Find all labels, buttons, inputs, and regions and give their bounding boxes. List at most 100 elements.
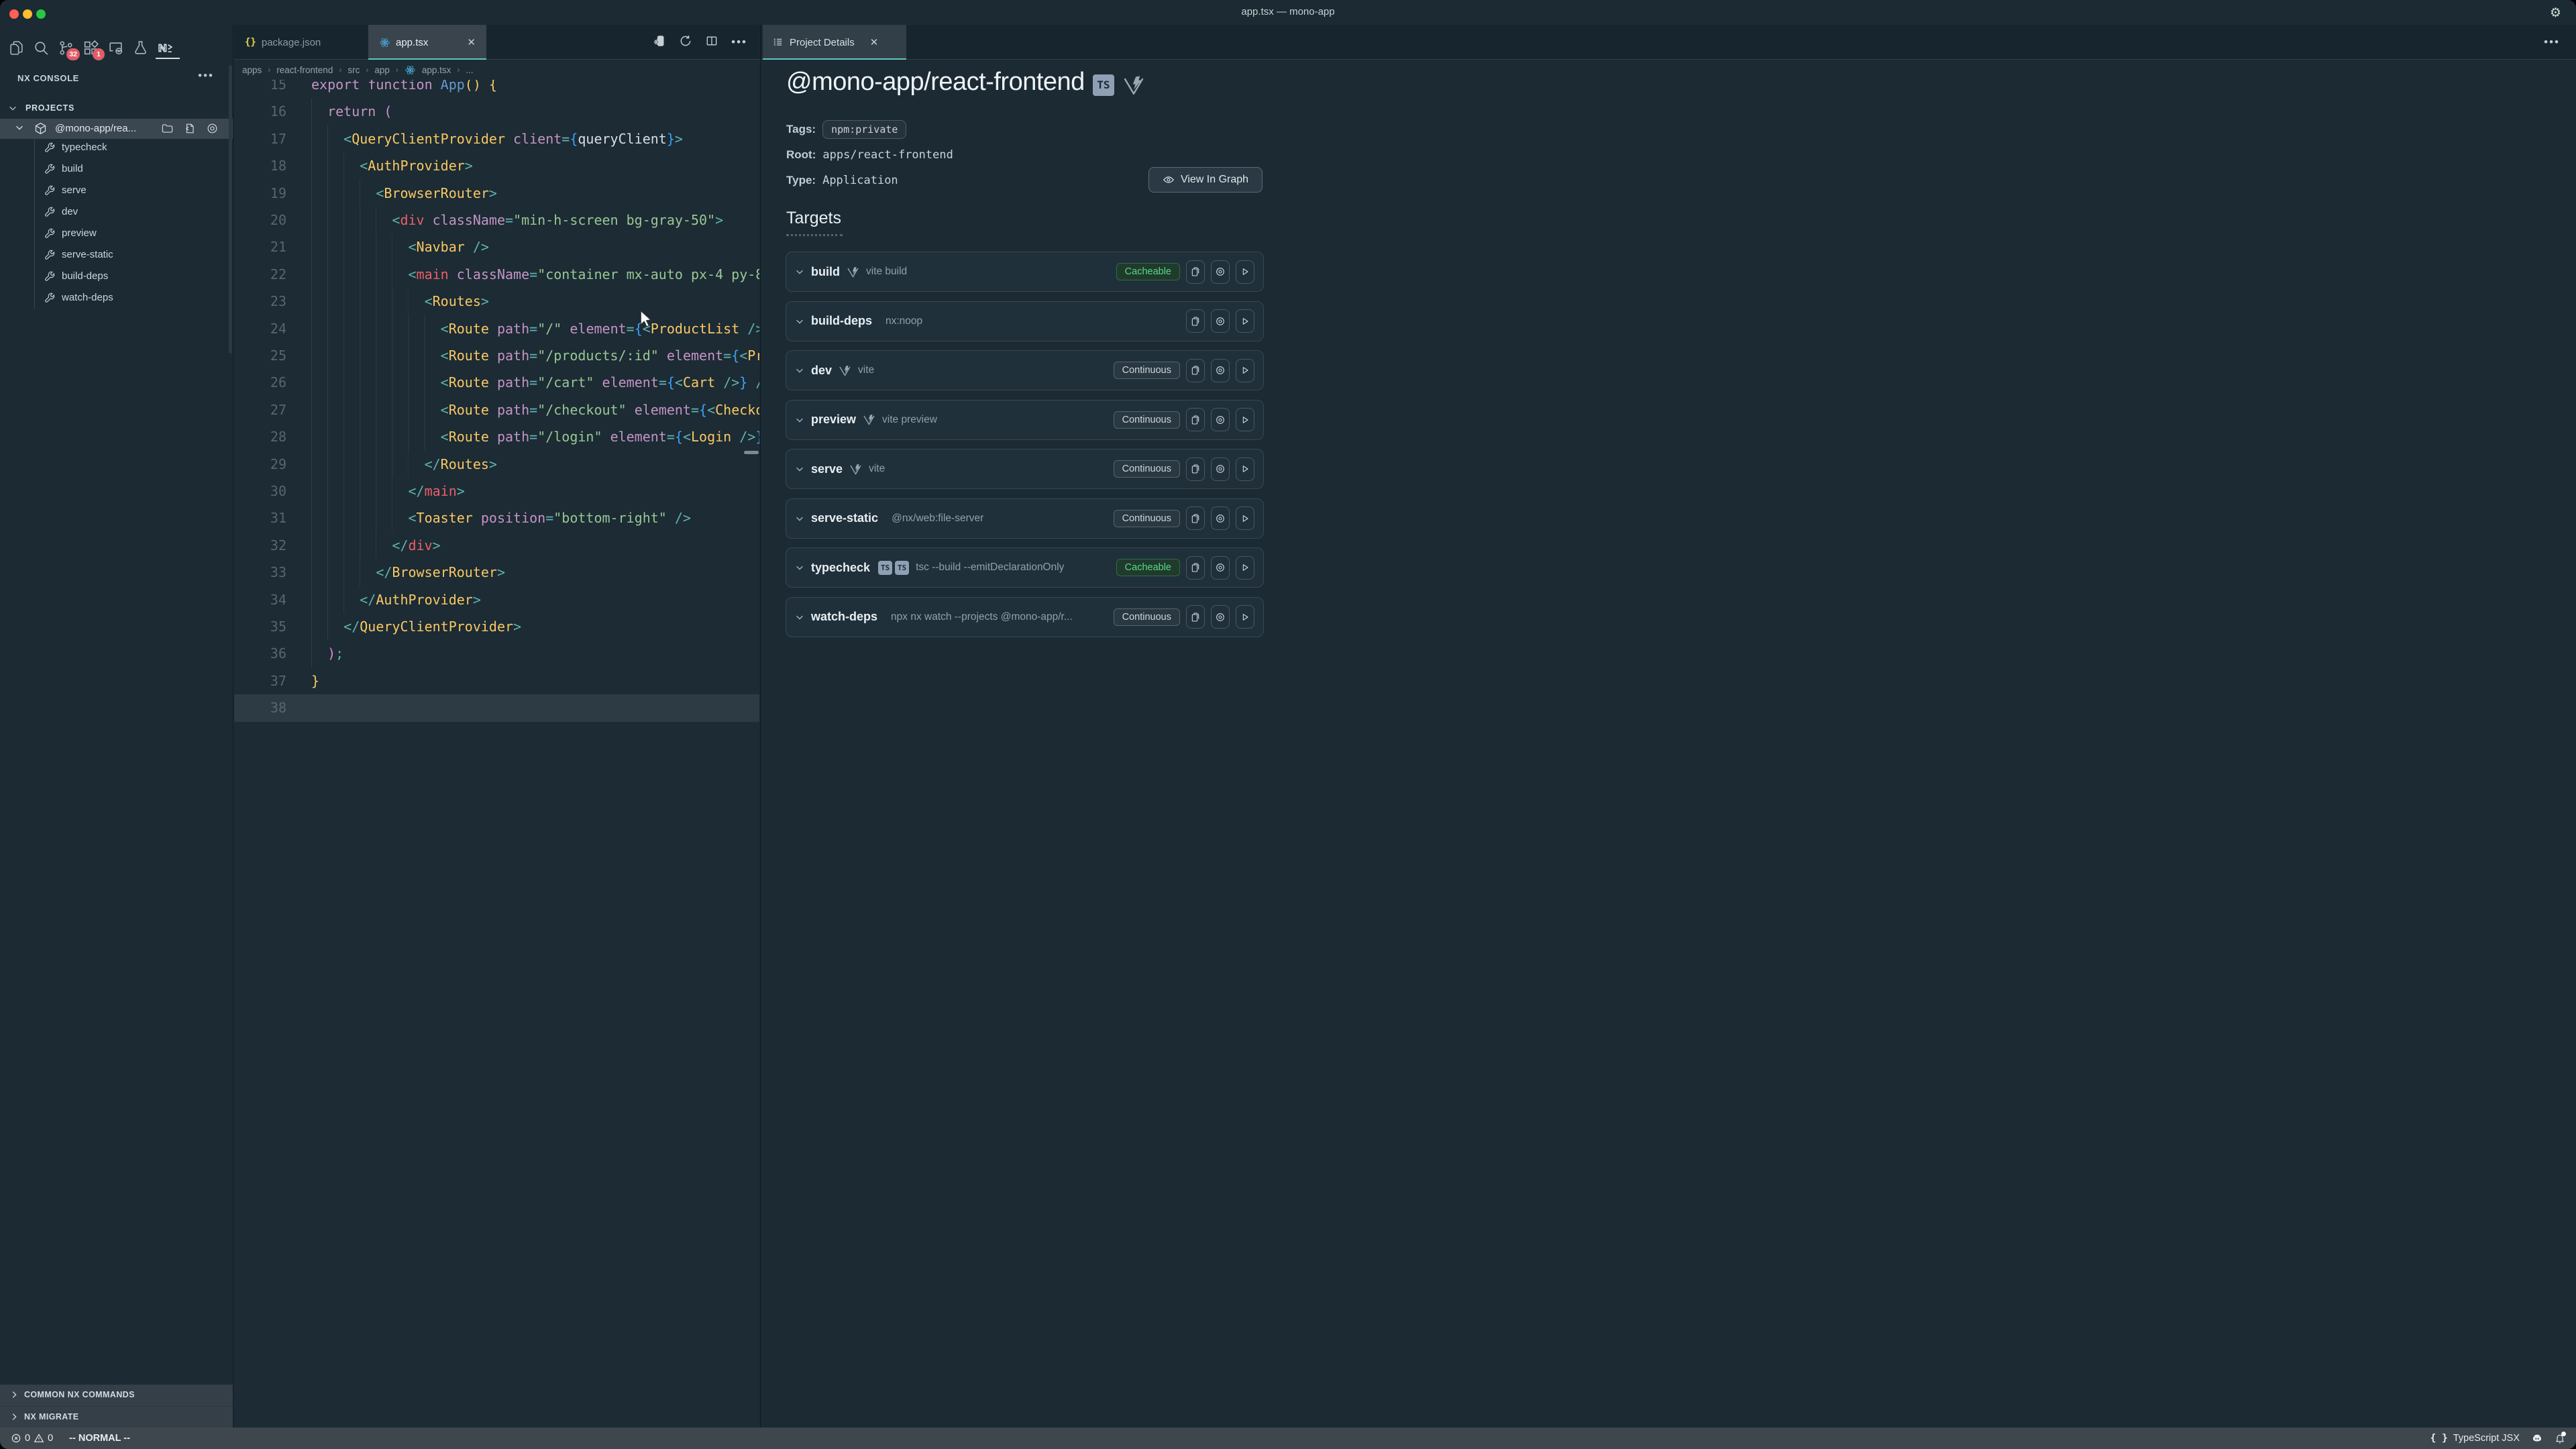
code-line-38[interactable]: 38 bbox=[234, 694, 759, 721]
chevron-down-icon[interactable] bbox=[795, 267, 804, 276]
target-button[interactable] bbox=[1211, 309, 1230, 333]
split-editor-icon[interactable] bbox=[705, 34, 718, 51]
copy-button[interactable] bbox=[1186, 309, 1205, 333]
code-line-32[interactable]: 32 </div> bbox=[234, 532, 759, 559]
breadcrumb-item[interactable]: src bbox=[347, 65, 360, 75]
search-icon[interactable] bbox=[31, 38, 51, 58]
code-line-25[interactable]: 25 <Route path="/products/:id" element={… bbox=[234, 342, 759, 369]
code-line-27[interactable]: 27 <Route path="/checkout" element={<Che… bbox=[234, 396, 759, 423]
copy-button[interactable] bbox=[1186, 605, 1205, 629]
code-line-31[interactable]: 31 <Toaster position="bottom-right" /> bbox=[234, 504, 759, 531]
play-button[interactable] bbox=[1236, 506, 1254, 530]
copilot-icon[interactable] bbox=[2532, 1433, 2542, 1444]
extensions-icon[interactable]: 1 bbox=[80, 38, 101, 58]
code-line-34[interactable]: 34 </AuthProvider> bbox=[234, 586, 759, 613]
code-line-17[interactable]: 17 <QueryClientProvider client={queryCli… bbox=[234, 125, 759, 152]
play-button[interactable] bbox=[1236, 458, 1254, 481]
code-line-22[interactable]: 22 <main className="container mx-auto px… bbox=[234, 261, 759, 288]
close-icon[interactable]: ✕ bbox=[870, 36, 879, 48]
code-line-21[interactable]: 21 <Navbar /> bbox=[234, 233, 759, 260]
copy-button[interactable] bbox=[1186, 556, 1205, 580]
code-line-19[interactable]: 19 <BrowserRouter> bbox=[234, 180, 759, 207]
breadcrumb-item[interactable]: apps bbox=[242, 65, 262, 75]
chevron-down-icon[interactable] bbox=[795, 464, 804, 474]
view-in-graph-button[interactable]: View In Graph bbox=[1148, 167, 1263, 193]
code-line-20[interactable]: 20 <div className="min-h-screen bg-gray-… bbox=[234, 207, 759, 233]
beaker-icon[interactable] bbox=[130, 38, 150, 58]
chevron-down-icon[interactable] bbox=[795, 415, 804, 425]
tree-item-serve[interactable]: serve bbox=[0, 180, 233, 202]
target-button[interactable] bbox=[1211, 408, 1230, 431]
target-card-serve-static[interactable]: serve-static@nx/web:file-serverContinuou… bbox=[786, 498, 1264, 539]
tree-item-build[interactable]: build bbox=[0, 159, 233, 180]
nx-migrate-section[interactable]: NX MIGRATE bbox=[0, 1406, 233, 1428]
code-line-33[interactable]: 33 </BrowserRouter> bbox=[234, 559, 759, 586]
code-line-36[interactable]: 36 ); bbox=[234, 640, 759, 667]
language-indicator[interactable]: { } TypeScript JSX bbox=[2430, 1433, 2520, 1444]
play-button[interactable] bbox=[1236, 556, 1254, 580]
code-line-26[interactable]: 26 <Route path="/cart" element={<Cart />… bbox=[234, 369, 759, 396]
code-line-16[interactable]: 16 return ( bbox=[234, 98, 759, 125]
target-button[interactable] bbox=[1211, 506, 1230, 530]
breadcrumb-item[interactable]: react-frontend bbox=[276, 65, 333, 75]
copy-button[interactable] bbox=[1186, 260, 1205, 284]
target-card-preview[interactable]: previewvite previewContinuous bbox=[786, 400, 1264, 440]
copy-button[interactable] bbox=[1186, 359, 1205, 382]
file-arrow-icon[interactable] bbox=[183, 122, 196, 138]
projects-section-header[interactable]: PROJECTS bbox=[0, 100, 233, 119]
source-control-icon[interactable]: 32 bbox=[56, 38, 76, 58]
code-line-18[interactable]: 18 <AuthProvider> bbox=[234, 152, 759, 179]
refresh-icon[interactable] bbox=[679, 34, 692, 51]
code-line-28[interactable]: 28 <Route path="/login" element={<Login … bbox=[234, 423, 759, 450]
breadcrumb-item[interactable]: app.tsx bbox=[422, 65, 451, 75]
breadcrumb-item[interactable]: app bbox=[374, 65, 390, 75]
more-icon[interactable]: ••• bbox=[731, 36, 747, 49]
remote-explorer-icon[interactable] bbox=[105, 38, 125, 58]
code-line-29[interactable]: 29 </Routes> bbox=[234, 451, 759, 478]
problems-indicator[interactable]: 0 0 bbox=[11, 1433, 53, 1444]
panel-more-icon[interactable]: ••• bbox=[2544, 36, 2560, 49]
copy-button[interactable] bbox=[1186, 408, 1205, 431]
play-button[interactable] bbox=[1236, 605, 1254, 629]
vim-mode-indicator[interactable]: -- NORMAL -- bbox=[69, 1433, 130, 1444]
play-button[interactable] bbox=[1236, 260, 1254, 284]
copy-button[interactable] bbox=[1186, 458, 1205, 481]
play-button[interactable] bbox=[1236, 359, 1254, 382]
target-card-build-deps[interactable]: build-depsnx:noop bbox=[786, 301, 1264, 341]
breadcrumb-item[interactable]: ... bbox=[466, 65, 473, 75]
tree-item-preview[interactable]: preview bbox=[0, 223, 233, 245]
chevron-down-icon[interactable] bbox=[795, 514, 804, 523]
close-icon[interactable]: ✕ bbox=[467, 36, 476, 48]
project-row-selected[interactable]: @mono-app/rea... bbox=[0, 119, 233, 139]
target-card-watch-deps[interactable]: watch-depsnpx nx watch --projects @mono-… bbox=[786, 597, 1264, 637]
tree-item-dev[interactable]: dev bbox=[0, 202, 233, 223]
code-line-23[interactable]: 23 <Routes> bbox=[234, 288, 759, 315]
code-line-30[interactable]: 30 </main> bbox=[234, 478, 759, 504]
target-card-build[interactable]: buildvite buildCacheable bbox=[786, 252, 1264, 292]
target-button[interactable] bbox=[1211, 605, 1230, 629]
target-button[interactable] bbox=[1211, 260, 1230, 284]
sidebar-scrollbar[interactable] bbox=[229, 65, 232, 354]
code-area[interactable]: 15export function App() {16 return (17 <… bbox=[234, 80, 759, 1428]
code-line-24[interactable]: 24 <Route path="/" element={<ProductList… bbox=[234, 315, 759, 342]
settings-gear-icon[interactable]: ⚙ bbox=[2550, 5, 2561, 21]
target-button[interactable] bbox=[1211, 458, 1230, 481]
target-button[interactable] bbox=[1211, 556, 1230, 580]
tree-item-build-deps[interactable]: build-deps bbox=[0, 266, 233, 288]
copy-button[interactable] bbox=[1186, 506, 1205, 530]
code-line-15[interactable]: 15export function App() { bbox=[234, 80, 759, 98]
folder-icon[interactable] bbox=[161, 122, 174, 138]
chevron-down-icon[interactable] bbox=[795, 366, 804, 375]
tab-package-json[interactable]: {} package.json bbox=[234, 25, 368, 60]
target-button[interactable] bbox=[1211, 359, 1230, 382]
nx-icon[interactable] bbox=[155, 38, 175, 58]
tab-app-tsx[interactable]: app.tsx ✕ bbox=[368, 25, 486, 60]
files-icon[interactable] bbox=[6, 38, 26, 58]
tab-project-details[interactable]: Project Details ✕ bbox=[763, 25, 906, 60]
chevron-down-icon[interactable] bbox=[795, 612, 804, 622]
play-button[interactable] bbox=[1236, 309, 1254, 333]
sidebar-more-icon[interactable]: ••• bbox=[198, 69, 214, 83]
play-button[interactable] bbox=[1236, 408, 1254, 431]
tree-item-serve-static[interactable]: serve-static bbox=[0, 245, 233, 266]
target-icon[interactable] bbox=[206, 122, 219, 138]
